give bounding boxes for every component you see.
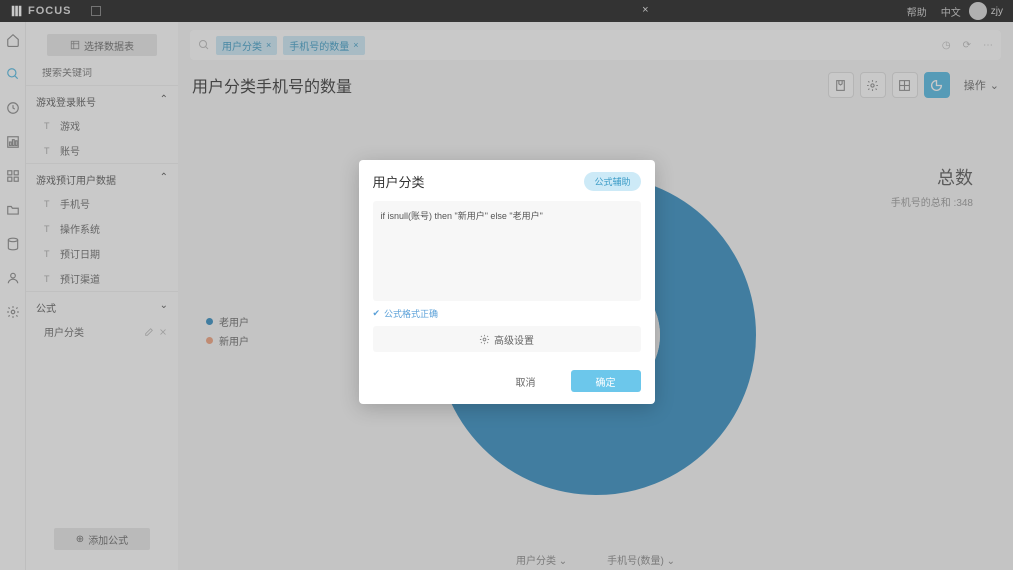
modal-title: 用户分类 xyxy=(373,172,425,191)
formula-modal: 用户分类 公式辅助 if isnull(账号) then "新用户" else … xyxy=(359,160,655,404)
close-icon[interactable]: × xyxy=(642,4,648,16)
check-icon: ✔ xyxy=(373,308,381,319)
formula-text: if isnull(账号) then "新用户" else "老用户" xyxy=(381,211,543,221)
cancel-button[interactable]: 取消 xyxy=(491,370,561,392)
formula-textarea[interactable]: if isnull(账号) then "新用户" else "老用户" xyxy=(373,201,641,301)
gear-icon xyxy=(479,334,490,345)
formula-help-button[interactable]: 公式辅助 xyxy=(584,172,640,191)
ok-button[interactable]: 确定 xyxy=(571,370,641,392)
valid-text: 公式格式正确 xyxy=(384,307,438,320)
modal-overlay[interactable]: × 用户分类 公式辅助 if isnull(账号) then "新用户" els… xyxy=(0,0,1013,570)
formula-valid: ✔ 公式格式正确 xyxy=(373,307,641,320)
advanced-label: 高级设置 xyxy=(494,332,534,347)
advanced-settings-button[interactable]: 高级设置 xyxy=(373,326,641,352)
